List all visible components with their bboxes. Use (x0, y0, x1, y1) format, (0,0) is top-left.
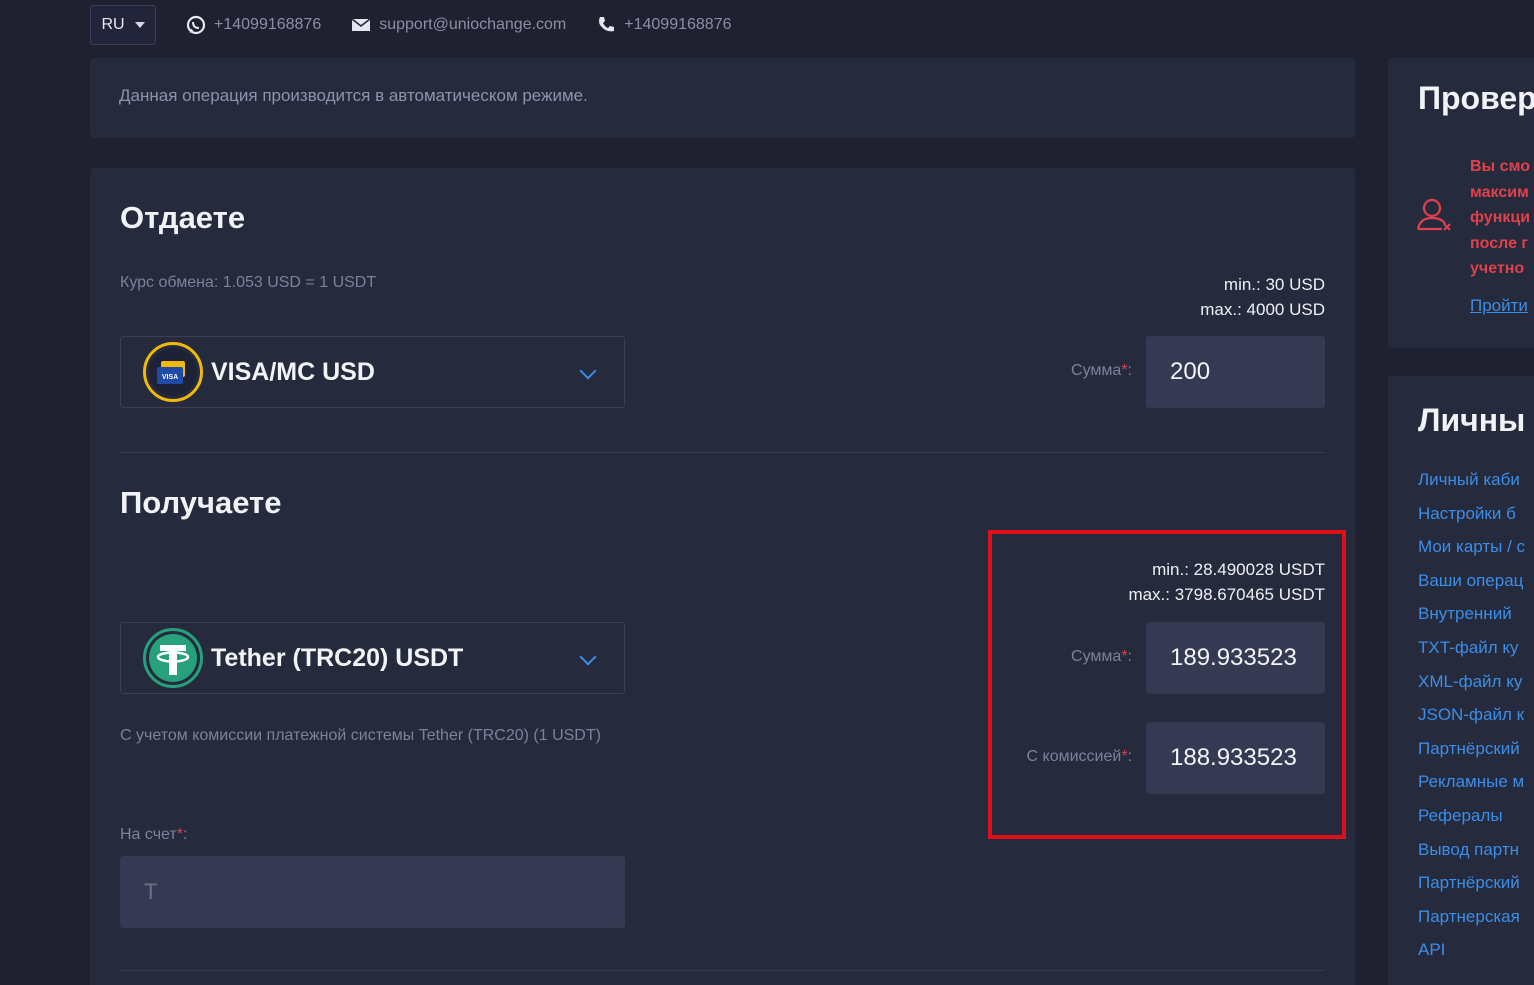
get-currency-label: Tether (TRC20) USDT (211, 643, 464, 672)
phone-contact[interactable]: +14099168876 (596, 15, 732, 35)
section-divider (120, 970, 1325, 971)
menu-link[interactable]: Рекламные м (1418, 772, 1525, 806)
phone-number: +14099168876 (624, 16, 732, 33)
menu-link[interactable]: Настройки б (1418, 504, 1525, 538)
menu-link[interactable]: Внутренний (1418, 604, 1525, 638)
give-currency-label: VISA/MC USD (211, 357, 375, 386)
top-bar: RU +14099168876 support@uniochange.com +… (90, 4, 732, 46)
get-currency-select[interactable]: Tether (TRC20) USDT (120, 622, 625, 694)
get-amount-input[interactable]: 189.933523 (1146, 622, 1325, 694)
visa-card-icon: VISA (143, 342, 203, 402)
get-limits: min.: 28.490028 USDT max.: 3798.670465 U… (1128, 557, 1325, 607)
support-email: support@uniochange.com (379, 16, 567, 33)
give-amount-label: Сумма*: (1071, 362, 1132, 379)
menu-link[interactable]: API (1418, 940, 1525, 974)
whatsapp-icon (186, 15, 206, 35)
give-title: Отдаете (120, 200, 246, 235)
language-select[interactable]: RU (90, 5, 156, 45)
verification-warning: Вы смо максим функци после г учетно (1470, 158, 1531, 277)
language-label: RU (101, 16, 125, 33)
verification-panel: Провер Вы смо максим функци после г учет… (1388, 58, 1534, 348)
fee-amount-label: С комиссией*: (1026, 748, 1132, 765)
get-amount-label: Сумма*: (1071, 648, 1132, 665)
give-amount-input[interactable]: 200 (1146, 336, 1325, 408)
give-min: min.: 30 USD (1223, 275, 1325, 294)
section-divider (120, 452, 1325, 453)
chevron-down-icon (579, 648, 597, 666)
email-contact[interactable]: support@uniochange.com (351, 15, 566, 35)
account-menu-panel: Личны Личный каби Настройки б Мои карты … (1388, 376, 1534, 985)
account-label: На счет*: (120, 826, 188, 843)
caret-down-icon (134, 22, 145, 28)
menu-link[interactable]: JSON-файл к (1418, 705, 1525, 739)
info-banner: Данная операция производится в автоматич… (90, 58, 1355, 138)
chevron-down-icon (579, 362, 597, 380)
menu-link[interactable]: XML-файл ку (1418, 672, 1525, 706)
phone-icon (599, 17, 615, 32)
give-limits: min.: 30 USD max.: 4000 USD (1200, 272, 1325, 322)
menu-link[interactable]: Вывод партн (1418, 840, 1525, 874)
whatsapp-contact[interactable]: +14099168876 (186, 15, 321, 35)
account-menu-title: Личны (1418, 402, 1526, 438)
account-menu-list: Личный каби Настройки б Мои карты / с Ва… (1418, 470, 1525, 974)
user-blocked-icon (1416, 198, 1451, 231)
account-input[interactable]: T (120, 856, 625, 928)
mail-icon (351, 18, 371, 31)
menu-link[interactable]: Партнёрский (1418, 873, 1525, 907)
verification-title: Провер (1418, 80, 1534, 116)
whatsapp-number: +14099168876 (214, 16, 322, 33)
menu-link[interactable]: Мои карты / с (1418, 537, 1525, 571)
tether-icon (143, 628, 203, 688)
get-min: min.: 28.490028 USDT (1152, 560, 1325, 579)
give-currency-select[interactable]: VISA VISA/MC USD (120, 336, 625, 408)
menu-link[interactable]: Партнерская (1418, 907, 1525, 941)
menu-link[interactable]: Рефералы (1418, 806, 1525, 840)
get-max: max.: 3798.670465 USDT (1128, 585, 1325, 604)
get-title: Получаете (120, 485, 282, 520)
menu-link[interactable]: Партнёрский (1418, 739, 1525, 773)
svg-text:VISA: VISA (162, 374, 178, 381)
exchange-rate: Курс обмена: 1.053 USD = 1 USDT (120, 274, 377, 291)
menu-link[interactable]: TXT-файл ку (1418, 638, 1525, 672)
verification-link[interactable]: Пройти (1470, 296, 1528, 316)
fee-note: С учетом комиссии платежной системы Teth… (120, 727, 601, 744)
give-max: max.: 4000 USD (1200, 300, 1325, 319)
menu-link[interactable]: Личный каби (1418, 470, 1525, 504)
fee-amount-input[interactable]: 188.933523 (1146, 722, 1325, 794)
exchange-form: Отдаете Курс обмена: 1.053 USD = 1 USDT … (90, 168, 1355, 985)
menu-link[interactable]: Ваши операц (1418, 571, 1525, 605)
